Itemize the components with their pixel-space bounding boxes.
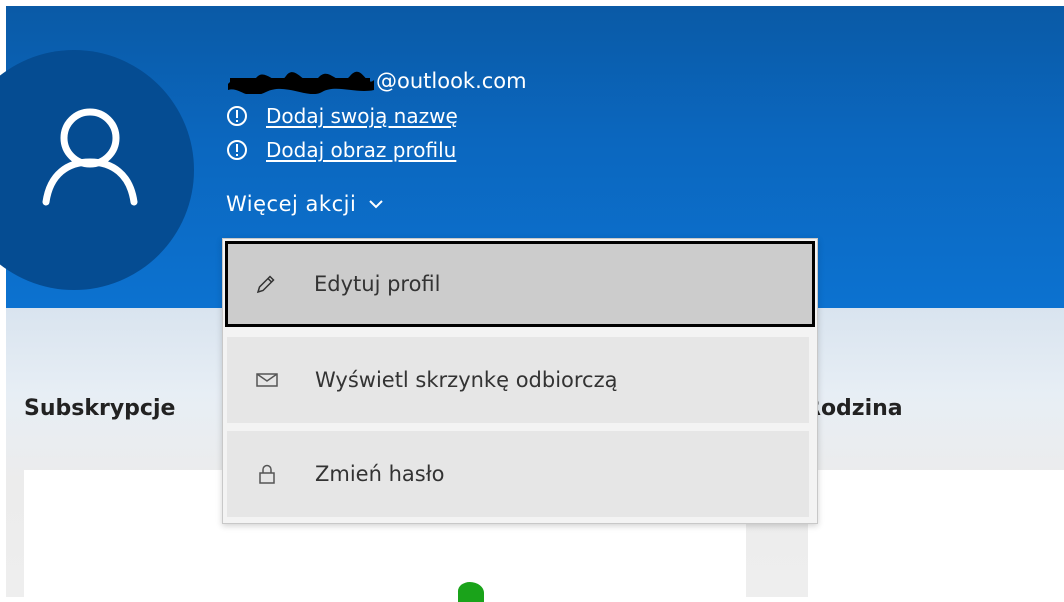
info-icon <box>227 140 247 160</box>
menu-item-label: Edytuj profil <box>314 272 441 296</box>
account-email: @outlook.com <box>226 66 527 96</box>
lock-icon <box>259 464 275 484</box>
email-suffix: @outlook.com <box>376 69 527 93</box>
subscriptions-title: Subskrypcje <box>24 396 176 421</box>
redacted-username <box>226 70 376 96</box>
more-actions-button[interactable]: Więcej akcji <box>226 188 384 220</box>
add-picture-link[interactable]: Dodaj obraz profilu <box>266 138 456 162</box>
menu-item-label: Zmień hasło <box>315 462 445 486</box>
add-picture-row[interactable]: Dodaj obraz profilu <box>226 136 456 164</box>
person-icon <box>42 108 138 206</box>
family-title: Rodzina <box>804 396 903 421</box>
menu-item-change-password[interactable]: Zmień hasło <box>227 431 809 517</box>
envelope-icon <box>256 373 278 387</box>
green-graphic <box>458 582 484 602</box>
family-card <box>808 470 1064 600</box>
add-name-row[interactable]: Dodaj swoją nazwę <box>226 102 458 130</box>
info-icon <box>227 106 247 126</box>
more-actions-menu: Edytuj profil Wyświetl skrzynkę odbiorcz… <box>222 238 818 524</box>
add-name-link[interactable]: Dodaj swoją nazwę <box>266 104 458 128</box>
menu-item-edit-profile[interactable]: Edytuj profil <box>225 241 815 327</box>
chevron-down-icon <box>369 200 383 209</box>
menu-item-view-inbox[interactable]: Wyświetl skrzynkę odbiorczą <box>227 337 809 423</box>
more-actions-label: Więcej akcji <box>226 192 357 216</box>
pencil-icon <box>256 275 275 294</box>
menu-item-label: Wyświetl skrzynkę odbiorczą <box>315 368 618 392</box>
